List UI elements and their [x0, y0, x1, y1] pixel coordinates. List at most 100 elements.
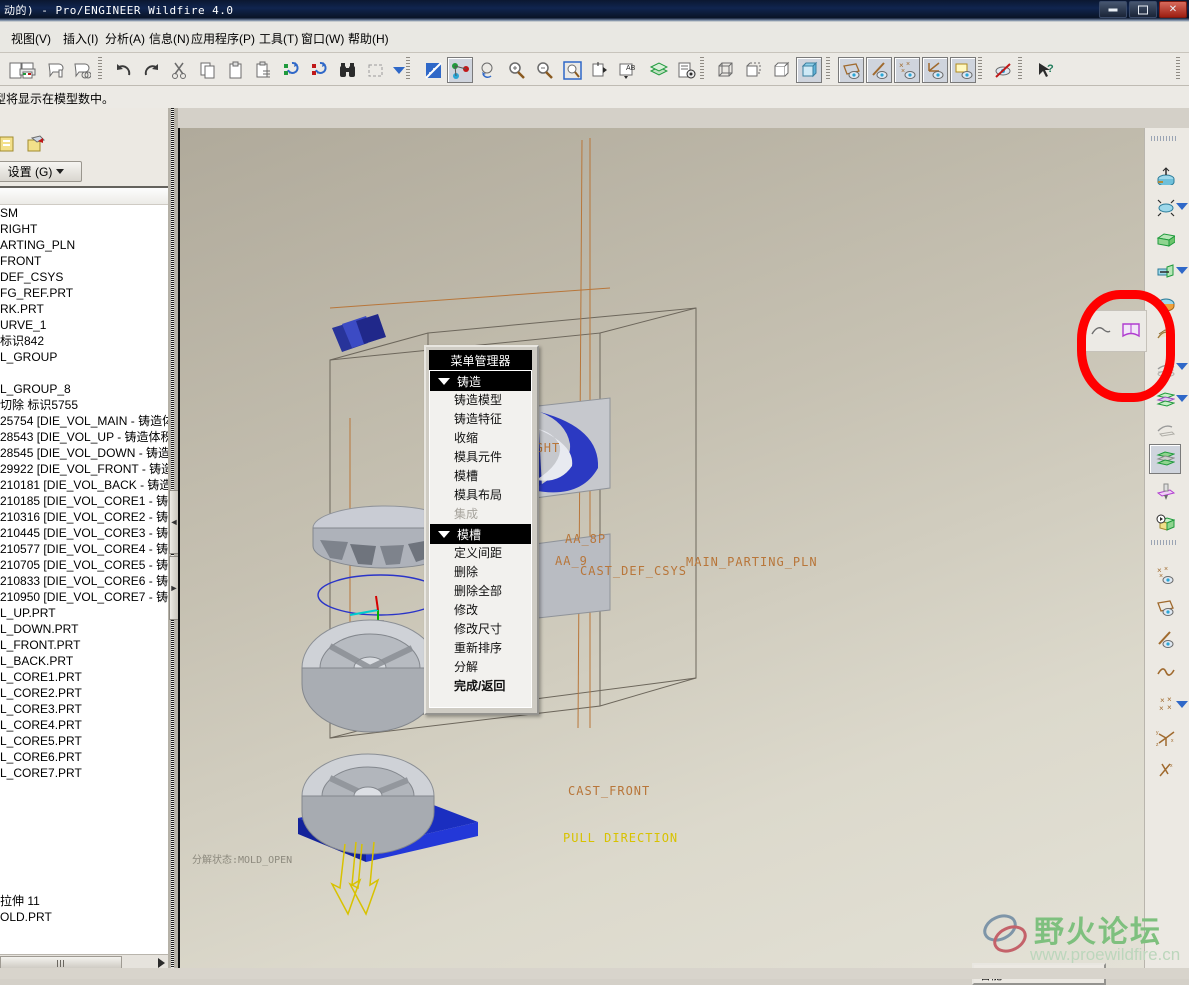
- parting-surface-button[interactable]: [1149, 320, 1181, 350]
- menu-item-1[interactable]: 视图(V): [8, 29, 54, 48]
- toolbar-grip-4[interactable]: [826, 57, 830, 80]
- mold-opening-button[interactable]: [1149, 444, 1181, 474]
- tree-item[interactable]: [0, 925, 172, 941]
- tree-item[interactable]: L_CORE1.PRT: [0, 669, 172, 685]
- tree-item[interactable]: SM: [0, 205, 172, 221]
- menu-option[interactable]: 模槽: [430, 467, 531, 486]
- maximize-button[interactable]: [1129, 1, 1157, 18]
- menu-item-5[interactable]: 应用程序(P): [188, 29, 258, 48]
- create-workpiece-button[interactable]: [1149, 224, 1181, 254]
- waterline-button[interactable]: [1149, 476, 1181, 506]
- zoom-in-button[interactable]: [503, 57, 529, 83]
- select-box-button[interactable]: [362, 57, 388, 83]
- mold-toolbar-grip-1[interactable]: [1151, 136, 1177, 141]
- insert-mold-component-button[interactable]: [1149, 160, 1181, 190]
- toolbar-grip-7[interactable]: [1176, 57, 1180, 80]
- menu-option[interactable]: 删除全部: [430, 582, 531, 601]
- panel-splitter[interactable]: ◄ ►: [168, 108, 179, 979]
- context-help-button[interactable]: ?: [1032, 57, 1058, 83]
- shrinkage-button[interactable]: [1149, 288, 1181, 318]
- tree-item[interactable]: 210577 [DIE_VOL_CORE4 - 铸造饰: [0, 541, 172, 557]
- tree-item[interactable]: L_CORE6.PRT: [0, 749, 172, 765]
- paste-special-button[interactable]: [250, 57, 276, 83]
- show-tree-filters-button[interactable]: [0, 129, 22, 159]
- surface-gray-icon[interactable]: [1090, 322, 1112, 341]
- datum-plane-toggle-button[interactable]: [838, 57, 864, 83]
- menu-option[interactable]: 删除: [430, 563, 531, 582]
- tree-item[interactable]: 标识842: [0, 333, 172, 349]
- paste-button[interactable]: [222, 57, 248, 83]
- menu-item-8[interactable]: 帮助(H): [345, 29, 392, 48]
- regenerate-button[interactable]: [278, 57, 304, 83]
- annotate-button[interactable]: AB: [614, 57, 640, 83]
- undo-button[interactable]: [110, 57, 136, 83]
- display-hidden-line-button[interactable]: [740, 57, 766, 83]
- menu-item-2[interactable]: 插入(I): [60, 29, 101, 48]
- tree-item[interactable]: L_CORE4.PRT: [0, 717, 172, 733]
- tree-item[interactable]: L_CORE5.PRT: [0, 733, 172, 749]
- tree-item[interactable]: ARTING_PLN: [0, 237, 172, 253]
- toolbar-grip-3[interactable]: [700, 57, 704, 80]
- toolbar-grip-5[interactable]: [978, 57, 982, 80]
- tree-item[interactable]: URVE_1: [0, 317, 172, 333]
- tree-item[interactable]: L_GROUP: [0, 349, 172, 365]
- tree-item[interactable]: 210185 [DIE_VOL_CORE1 - 铸造饰: [0, 493, 172, 509]
- chevron-down-icon[interactable]: [1176, 363, 1188, 370]
- screen-capture-button[interactable]: [673, 57, 699, 83]
- annotation-toggle-button[interactable]: [950, 57, 976, 83]
- surface-purple-icon[interactable]: [1120, 321, 1142, 342]
- redo-button[interactable]: [138, 57, 164, 83]
- mold-toolbar-grip-2[interactable]: [1151, 540, 1177, 545]
- tree-item[interactable]: L_CORE7.PRT: [0, 765, 172, 781]
- tree-item[interactable]: 210316 [DIE_VOL_CORE2 - 铸造饰: [0, 509, 172, 525]
- menu-option[interactable]: 修改尺寸: [430, 620, 531, 639]
- menu-option[interactable]: 分解: [430, 658, 531, 677]
- menu-option[interactable]: 修改: [430, 601, 531, 620]
- datum-ref-button[interactable]: x: [1149, 754, 1181, 784]
- tree-item[interactable]: 210705 [DIE_VOL_CORE5 - 铸造饰: [0, 557, 172, 573]
- menu-option[interactable]: 完成/返回: [430, 677, 531, 696]
- tree-item[interactable]: [0, 781, 172, 797]
- menu-item-7[interactable]: 窗口(W): [298, 29, 347, 48]
- tree-item[interactable]: 28543 [DIE_VOL_UP - 铸造体积块]: [0, 429, 172, 445]
- menu-option[interactable]: 铸造模型: [430, 391, 531, 410]
- tree-item[interactable]: [0, 861, 172, 877]
- tree-item[interactable]: [0, 877, 172, 893]
- tree-item[interactable]: RIGHT: [0, 221, 172, 237]
- tree-item[interactable]: FRONT: [0, 253, 172, 269]
- menu-item-4[interactable]: 信息(N): [146, 29, 193, 48]
- menu-section-header[interactable]: 模槽: [430, 524, 531, 544]
- tree-item[interactable]: L_UP.PRT: [0, 605, 172, 621]
- graphics-viewport[interactable]: CAST_RIGHT MAIN_PARTING_PLN AA_8P AA_9 C…: [178, 128, 1146, 968]
- select-dropdown-button[interactable]: [386, 57, 412, 83]
- toolbar-grip-1[interactable]: [98, 57, 102, 80]
- mail-link-button[interactable]: [68, 57, 94, 83]
- tree-item[interactable]: 切除 标识5755: [0, 397, 172, 413]
- tree-item[interactable]: [0, 813, 172, 829]
- display-shaded-button[interactable]: [796, 57, 822, 83]
- chevron-down-icon[interactable]: [1176, 701, 1188, 708]
- tree-item[interactable]: [0, 365, 172, 381]
- tree-columns-button[interactable]: [20, 129, 50, 159]
- tree-item[interactable]: L_CORE2.PRT: [0, 685, 172, 701]
- display-no-hidden-button[interactable]: [768, 57, 794, 83]
- chevron-down-icon[interactable]: [1176, 395, 1188, 402]
- tree-item[interactable]: 210833 [DIE_VOL_CORE6 - 铸造饰: [0, 573, 172, 589]
- tree-item[interactable]: 25754 [DIE_VOL_MAIN - 铸造体积:: [0, 413, 172, 429]
- cut-button[interactable]: [166, 57, 192, 83]
- mail-note-button[interactable]: [42, 57, 68, 83]
- datum-point-create-button[interactable]: × × ×: [1149, 560, 1181, 590]
- close-button[interactable]: ✕: [1159, 1, 1187, 18]
- tree-item[interactable]: 28545 [DIE_VOL_DOWN - 铸造体彩: [0, 445, 172, 461]
- model-tree-list[interactable]: SM RIGHT ARTING_PLN FRONT DEF_CSYS FG_REF.PRT…: [0, 205, 172, 947]
- settings-button[interactable]: 设置 (G): [0, 161, 82, 182]
- datum-axis-toggle-button[interactable]: [866, 57, 892, 83]
- menu-option[interactable]: 模具布局: [430, 486, 531, 505]
- tree-item[interactable]: 210950 [DIE_VOL_CORE7 - 铸造饰: [0, 589, 172, 605]
- tree-item[interactable]: OLD.PRT: [0, 909, 172, 925]
- extract-component-button[interactable]: [1149, 412, 1181, 442]
- print-button[interactable]: [14, 57, 40, 83]
- menu-section-header[interactable]: 铸造: [430, 371, 531, 391]
- mold-check-button[interactable]: [1149, 508, 1181, 538]
- toolbar-grip-6[interactable]: [1018, 57, 1022, 80]
